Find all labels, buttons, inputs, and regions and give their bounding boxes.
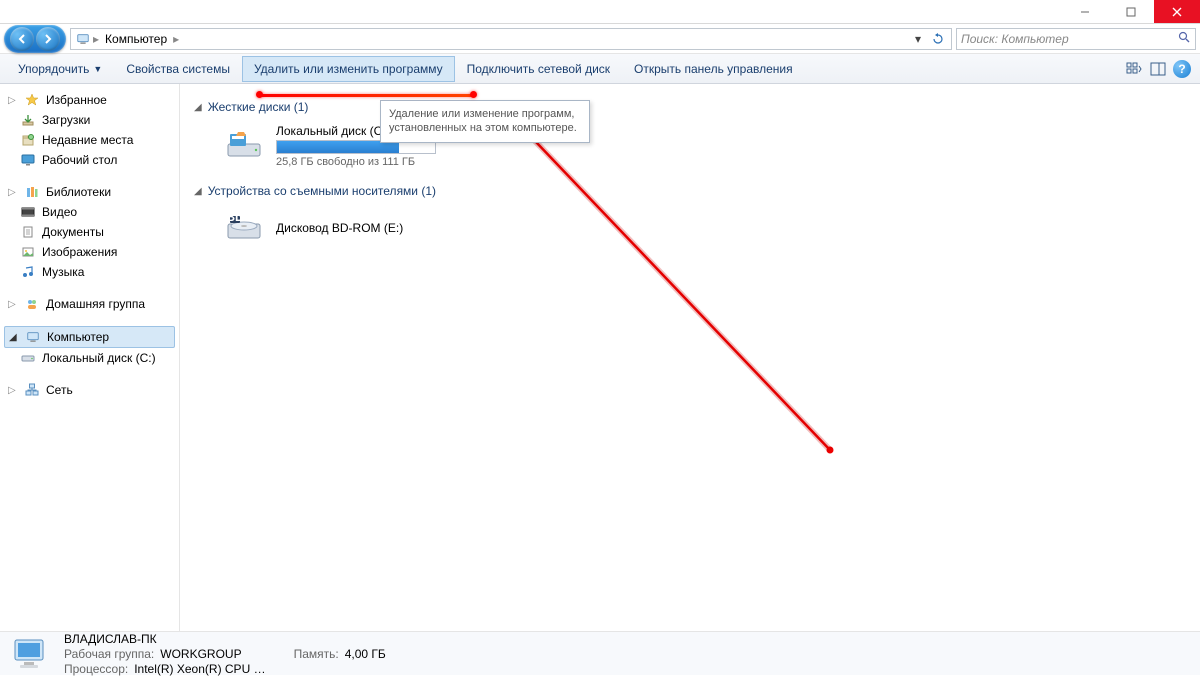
drive-free-text: 25,8 ГБ свободно из 111 ГБ [276,156,436,168]
computer-icon [25,329,41,345]
maximize-button[interactable] [1108,0,1154,23]
nav-button-group [4,25,66,53]
sidebar-libraries[interactable]: ▷Библиотеки [0,182,179,202]
close-button[interactable] [1154,0,1200,23]
video-icon [20,204,36,220]
breadcrumb-computer[interactable]: Компьютер [101,32,171,46]
status-memory: 4,00 ГБ [345,647,386,661]
chevron-right-icon[interactable]: ▸ [91,32,101,46]
desktop-icon [20,152,36,168]
network-icon [24,382,40,398]
search-placeholder: Поиск: Компьютер [961,32,1069,46]
sidebar-local-disk[interactable]: Локальный диск (C:) [0,348,179,368]
open-control-panel-button[interactable]: Открыть панель управления [622,56,805,82]
status-cpu: Intel(R) Xeon(R) CPU … [134,662,265,676]
expand-icon[interactable]: ◢ [9,332,19,343]
status-workgroup-label: Рабочая группа: [64,647,154,661]
sidebar-recent[interactable]: Недавние места [0,130,179,150]
content-pane: ◢Жесткие диски (1) Локальный диск (C:) 2… [180,84,1200,631]
navigation-pane: ▷Избранное Загрузки Недавние места Рабоч… [0,84,180,631]
drive-name: Дисковод BD-ROM (E:) [276,221,403,235]
sidebar-downloads[interactable]: Загрузки [0,110,179,130]
collapse-icon[interactable]: ◢ [194,102,202,113]
pictures-icon [20,244,36,260]
bdrom-icon: BD [224,208,264,248]
address-row: ▸ Компьютер ▸ ▾ Поиск: Компьютер [0,24,1200,54]
preview-pane-button[interactable] [1146,57,1170,81]
title-bar [0,0,1200,24]
sidebar-pictures[interactable]: Изображения [0,242,179,262]
svg-text:BD: BD [226,210,244,224]
annotation-dot [470,91,477,98]
annotation-dot [256,91,263,98]
map-network-drive-button[interactable]: Подключить сетевой диск [455,56,622,82]
search-icon [1178,31,1191,47]
sidebar-music[interactable]: Музыка [0,262,179,282]
drive-bdrom[interactable]: BD Дисковод BD-ROM (E:) [224,208,1186,248]
computer-icon [75,31,91,47]
status-memory-label: Память: [294,647,339,661]
minimize-button[interactable] [1062,0,1108,23]
drive-icon [20,350,36,366]
music-icon [20,264,36,280]
refresh-button[interactable] [929,30,947,48]
uninstall-program-button[interactable]: Удалить или изменить программу [242,56,455,82]
chevron-right-icon[interactable]: ▸ [171,32,181,46]
drive-local-c[interactable]: Локальный диск (C:) 25,8 ГБ свободно из … [224,124,1186,168]
hdd-icon [224,126,264,166]
tooltip: Удаление или изменение программ, установ… [380,100,590,143]
back-button[interactable] [10,27,34,51]
annotation-highlight-bar [259,94,473,97]
collapse-icon[interactable]: ◢ [194,186,202,197]
address-bar[interactable]: ▸ Компьютер ▸ ▾ [70,28,952,50]
status-cpu-label: Процессор: [64,662,128,676]
sidebar-network[interactable]: ▷Сеть [0,380,179,400]
sidebar-videos[interactable]: Видео [0,202,179,222]
system-properties-button[interactable]: Свойства системы [114,56,242,82]
help-button[interactable]: ? [1170,57,1194,81]
sidebar-favorites[interactable]: ▷Избранное [0,90,179,110]
sidebar-documents[interactable]: Документы [0,222,179,242]
expand-icon[interactable]: ▷ [8,187,18,198]
computer-large-icon [10,636,52,672]
documents-icon [20,224,36,240]
chevron-down-icon: ▼ [93,64,102,74]
group-header-removable[interactable]: ◢Устройства со съемными носителями (1) [194,184,1186,198]
libraries-icon [24,184,40,200]
view-options-button[interactable] [1122,57,1146,81]
homegroup-icon [24,296,40,312]
downloads-icon [20,112,36,128]
group-header-hdd[interactable]: ◢Жесткие диски (1) [194,100,1186,114]
expand-icon[interactable]: ▷ [8,95,18,106]
expand-icon[interactable]: ▷ [8,385,18,396]
address-dropdown-button[interactable]: ▾ [909,30,927,48]
sidebar-homegroup[interactable]: ▷Домашняя группа [0,294,179,314]
expand-icon[interactable]: ▷ [8,299,18,310]
search-input[interactable]: Поиск: Компьютер [956,28,1196,50]
sidebar-computer[interactable]: ◢Компьютер [4,326,175,348]
recent-icon [20,132,36,148]
star-icon [24,92,40,108]
sidebar-desktop[interactable]: Рабочий стол [0,150,179,170]
command-bar: Упорядочить▼ Свойства системы Удалить ил… [0,54,1200,84]
details-pane: ВЛАДИСЛАВ-ПК Рабочая группа: WORKGROUP П… [0,631,1200,675]
status-pc-name: ВЛАДИСЛАВ-ПК [64,632,386,646]
status-workgroup: WORKGROUP [160,647,241,661]
organize-menu[interactable]: Упорядочить▼ [6,56,114,82]
forward-button[interactable] [36,27,60,51]
